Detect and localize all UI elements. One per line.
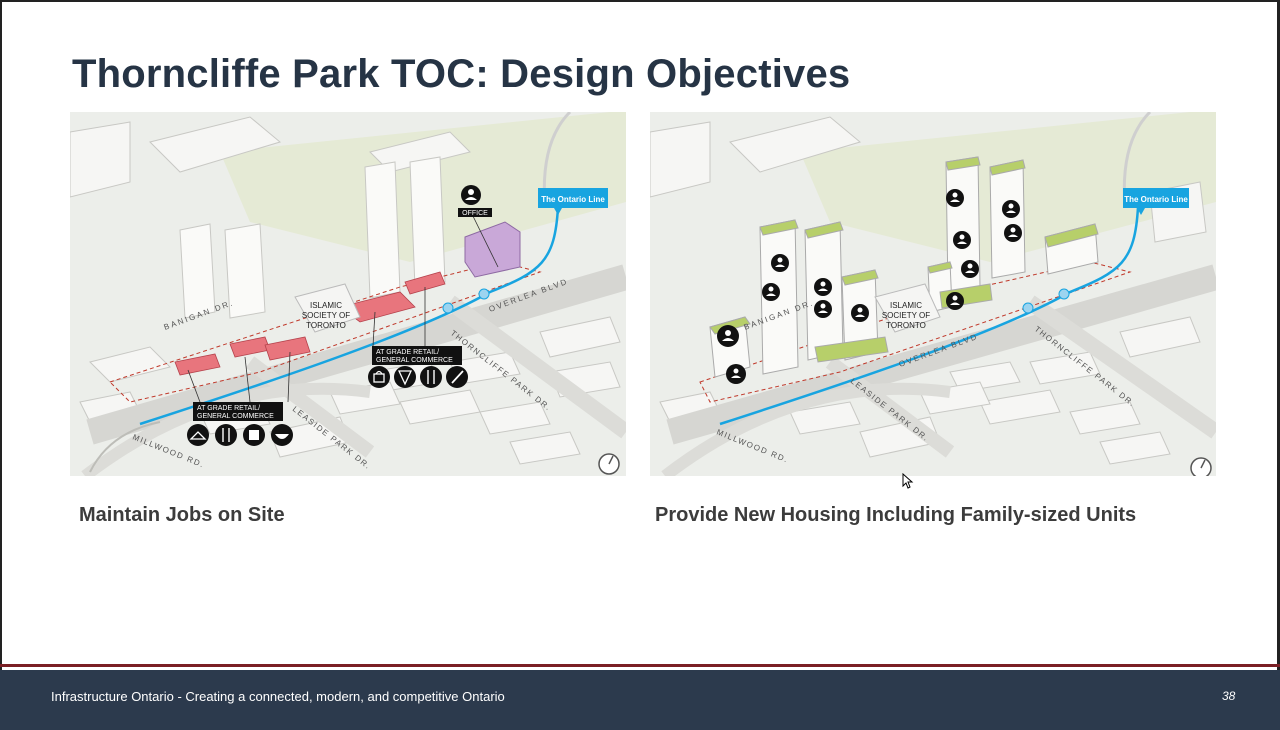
retail-label-upper-1: AT GRADE RETAIL/ <box>376 349 439 356</box>
family-icon <box>814 278 832 296</box>
station-marker <box>442 302 454 314</box>
family-icon <box>814 300 832 318</box>
slide-title: Thorncliffe Park TOC: Design Objectives <box>72 52 851 96</box>
family-icon <box>771 254 789 272</box>
islamic-label-line-3: TORONTO <box>306 321 346 330</box>
restaurant-icon <box>420 366 442 388</box>
family-icon <box>1002 200 1020 218</box>
ontario-line-label: The Ontario Line <box>541 195 605 204</box>
station-marker <box>478 288 490 300</box>
family-icon <box>726 364 746 384</box>
ontario-line-label: The Ontario Line <box>1124 195 1188 204</box>
retail-label-lower-2: GENERAL COMMERCE <box>197 413 274 420</box>
footer-text: Infrastructure Ontario - Creating a conn… <box>51 689 505 704</box>
housing-caption: Provide New Housing Including Family-siz… <box>655 504 1137 526</box>
footer-bar: Infrastructure Ontario - Creating a conn… <box>0 670 1280 730</box>
islamic-label-line-2: SOCIETY OF <box>302 311 350 320</box>
jobs-caption: Maintain Jobs on Site <box>79 504 285 526</box>
person-icon <box>953 231 971 249</box>
retail-label-upper-2: GENERAL COMMERCE <box>376 357 453 364</box>
family-icon <box>946 189 964 207</box>
islamic-label-line-1: ISLAMIC <box>890 301 922 310</box>
islamic-label-line-3: TORONTO <box>886 321 926 330</box>
station-marker <box>1022 302 1034 314</box>
hanger-icon <box>187 424 209 446</box>
family-icon <box>946 292 964 310</box>
jobs-diagram-map: The Ontario Line OFFICE ISLAMIC SOCIETY … <box>70 112 626 476</box>
person-icon <box>762 283 780 301</box>
office-label: OFFICE <box>462 210 488 217</box>
housing-diagram: The Ontario Line ISLAMIC SOCIETY OF TORO… <box>650 112 1216 476</box>
utensils-icon <box>215 424 237 446</box>
station-marker <box>1058 288 1070 300</box>
person-icon <box>851 304 869 322</box>
islamic-label-line-1: ISLAMIC <box>310 301 342 310</box>
housing-diagram-map: The Ontario Line ISLAMIC SOCIETY OF TORO… <box>650 112 1216 476</box>
family-icon <box>961 260 979 278</box>
person-icon <box>1004 224 1022 242</box>
slide: Thorncliffe Park TOC: Design Objectives <box>0 0 1280 730</box>
millwood-label: MILLWOOD RD. <box>715 428 790 465</box>
shopping-bag-icon <box>368 366 390 388</box>
footer-rule <box>0 664 1280 667</box>
islamic-label-line-2: SOCIETY OF <box>882 311 930 320</box>
retail-label-lower-1: AT GRADE RETAIL/ <box>197 405 260 412</box>
mouse-cursor-icon <box>902 473 914 489</box>
page-number: 38 <box>1222 689 1236 703</box>
jobs-diagram: The Ontario Line OFFICE ISLAMIC SOCIETY … <box>70 112 626 476</box>
